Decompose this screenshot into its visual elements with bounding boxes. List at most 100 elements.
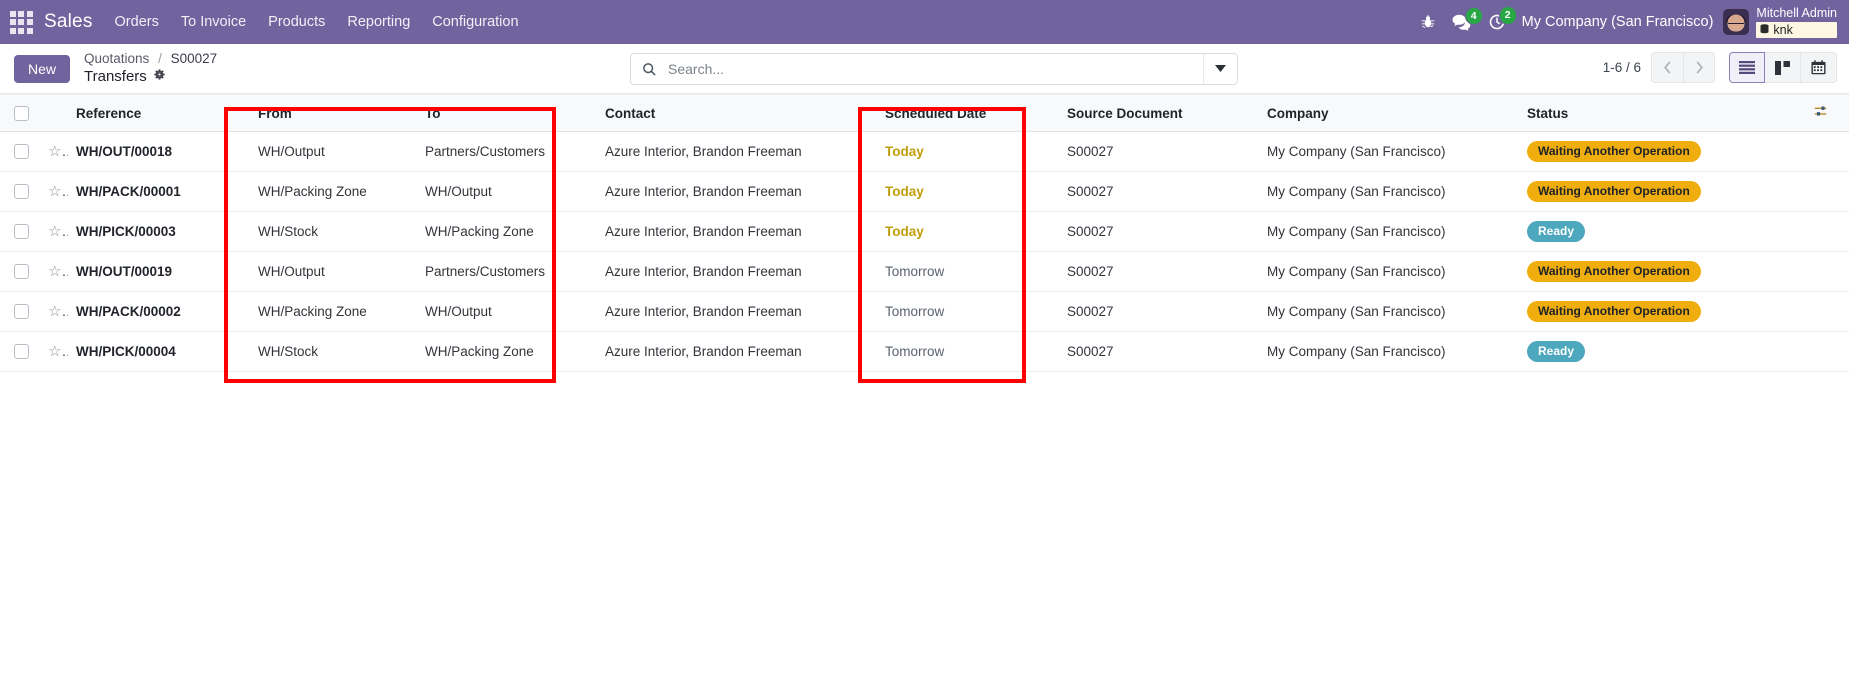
- column-header-to[interactable]: To: [417, 94, 597, 132]
- cell-status[interactable]: Waiting Another Operation: [1519, 131, 1805, 172]
- column-header-status[interactable]: Status: [1519, 94, 1805, 132]
- bug-icon[interactable]: [1420, 14, 1436, 30]
- column-header-scheduled-date[interactable]: Scheduled Date: [877, 94, 1059, 132]
- cell-company[interactable]: My Company (San Francisco): [1259, 171, 1519, 212]
- cell-scheduled-date[interactable]: Tomorrow: [877, 291, 1059, 332]
- star-icon[interactable]: ☆: [48, 223, 68, 240]
- search-input[interactable]: [666, 60, 1203, 78]
- cell-to[interactable]: WH/Packing Zone: [417, 331, 597, 372]
- breadcrumb-item-record[interactable]: S00027: [171, 51, 218, 66]
- row-checkbox[interactable]: [14, 184, 29, 200]
- cell-to[interactable]: WH/Output: [417, 171, 597, 212]
- cell-to[interactable]: WH/Packing Zone: [417, 211, 597, 252]
- user-menu[interactable]: Mitchell Admin knk: [1756, 6, 1837, 38]
- cell-scheduled-date[interactable]: Today: [877, 171, 1059, 212]
- column-header-contact[interactable]: Contact: [597, 94, 877, 132]
- table-row[interactable]: ☆ WH/OUT/00019 WH/Output Partners/Customers…: [0, 251, 1849, 292]
- cell-company[interactable]: My Company (San Francisco): [1259, 211, 1519, 252]
- cell-contact[interactable]: Azure Interior, Brandon Freeman: [597, 251, 877, 292]
- cell-from[interactable]: WH/Stock: [250, 331, 417, 372]
- cell-from[interactable]: WH/Packing Zone: [250, 171, 417, 212]
- table-row[interactable]: ☆ WH/PACK/00002 WH/Packing Zone WH/Output Az…: [0, 291, 1849, 332]
- breadcrumb-item-quotations[interactable]: Quotations: [84, 51, 149, 66]
- cell-reference[interactable]: WH/OUT/00019: [68, 251, 250, 292]
- activities-clock-icon[interactable]: 2: [1488, 6, 1517, 31]
- cell-scheduled-date[interactable]: Today: [877, 131, 1059, 172]
- cell-contact[interactable]: Azure Interior, Brandon Freeman: [597, 131, 877, 172]
- cell-scheduled-date[interactable]: Tomorrow: [877, 331, 1059, 372]
- table-row[interactable]: ☆ WH/PACK/00001 WH/Packing Zone WH/Output Az…: [0, 171, 1849, 212]
- column-header-source-document[interactable]: Source Document: [1059, 94, 1259, 132]
- row-checkbox[interactable]: [14, 344, 29, 360]
- cell-status[interactable]: Waiting Another Operation: [1519, 291, 1805, 332]
- cell-status[interactable]: Waiting Another Operation: [1519, 251, 1805, 292]
- cell-source-document[interactable]: S00027: [1059, 251, 1259, 292]
- star-icon[interactable]: ☆: [48, 303, 68, 320]
- table-row[interactable]: ☆ WH/PICK/00003 WH/Stock WH/Packing Zone Azu…: [0, 211, 1849, 252]
- star-icon[interactable]: ☆: [48, 343, 68, 360]
- cell-company[interactable]: My Company (San Francisco): [1259, 291, 1519, 332]
- cell-from[interactable]: WH/Stock: [250, 211, 417, 252]
- cell-contact[interactable]: Azure Interior, Brandon Freeman: [597, 211, 877, 252]
- row-checkbox[interactable]: [14, 144, 29, 160]
- nav-menu-to-invoice[interactable]: To Invoice: [181, 14, 246, 30]
- cell-to[interactable]: Partners/Customers: [417, 251, 597, 292]
- cell-from[interactable]: WH/Packing Zone: [250, 291, 417, 332]
- row-checkbox[interactable]: [14, 264, 29, 280]
- nav-menu-configuration[interactable]: Configuration: [432, 14, 518, 30]
- nav-menu-reporting[interactable]: Reporting: [347, 14, 410, 30]
- select-all-checkbox[interactable]: [14, 105, 29, 121]
- list-view-button[interactable]: [1729, 52, 1765, 83]
- cell-reference[interactable]: WH/PICK/00003: [68, 211, 250, 252]
- pager-previous-button[interactable]: [1651, 52, 1683, 83]
- cell-company[interactable]: My Company (San Francisco): [1259, 251, 1519, 292]
- row-checkbox[interactable]: [14, 304, 29, 320]
- pager-next-button[interactable]: [1683, 52, 1715, 83]
- star-icon[interactable]: ☆: [48, 143, 68, 160]
- column-header-company[interactable]: Company: [1259, 94, 1519, 132]
- column-header-reference[interactable]: Reference: [68, 94, 250, 132]
- cell-reference[interactable]: WH/PACK/00001: [68, 171, 250, 212]
- cell-company[interactable]: My Company (San Francisco): [1259, 131, 1519, 172]
- gear-icon[interactable]: [153, 68, 166, 85]
- column-header-from[interactable]: From: [250, 94, 417, 132]
- row-checkbox[interactable]: [14, 224, 29, 240]
- cell-scheduled-date[interactable]: Today: [877, 211, 1059, 252]
- cell-status[interactable]: Ready: [1519, 331, 1805, 372]
- cell-source-document[interactable]: S00027: [1059, 291, 1259, 332]
- cell-contact[interactable]: Azure Interior, Brandon Freeman: [597, 291, 877, 332]
- company-switcher[interactable]: My Company (San Francisco): [1522, 14, 1714, 30]
- cell-from[interactable]: WH/Output: [250, 131, 417, 172]
- cell-status[interactable]: Waiting Another Operation: [1519, 171, 1805, 212]
- kanban-view-button[interactable]: [1765, 52, 1801, 83]
- nav-menu-products[interactable]: Products: [268, 14, 325, 30]
- star-icon[interactable]: ☆: [48, 263, 68, 280]
- chevron-down-icon[interactable]: [1203, 54, 1237, 84]
- cell-to[interactable]: Partners/Customers: [417, 131, 597, 172]
- cell-source-document[interactable]: S00027: [1059, 211, 1259, 252]
- cell-contact[interactable]: Azure Interior, Brandon Freeman: [597, 331, 877, 372]
- cell-reference[interactable]: WH/PACK/00002: [68, 291, 250, 332]
- calendar-view-button[interactable]: [1801, 52, 1837, 83]
- apps-grid-icon[interactable]: [8, 9, 34, 35]
- table-row[interactable]: ☆ WH/PICK/00004 WH/Stock WH/Packing Zone Azu…: [0, 331, 1849, 372]
- search-bar[interactable]: [630, 53, 1238, 85]
- cell-to[interactable]: WH/Output: [417, 291, 597, 332]
- new-button[interactable]: New: [14, 54, 71, 83]
- app-brand-sales[interactable]: Sales: [44, 11, 93, 33]
- cell-contact[interactable]: Azure Interior, Brandon Freeman: [597, 171, 877, 212]
- sliders-icon[interactable]: [1813, 104, 1828, 122]
- user-avatar[interactable]: [1723, 9, 1750, 35]
- cell-source-document[interactable]: S00027: [1059, 131, 1259, 172]
- cell-scheduled-date[interactable]: Tomorrow: [877, 251, 1059, 292]
- nav-menu-orders[interactable]: Orders: [115, 14, 159, 30]
- cell-source-document[interactable]: S00027: [1059, 171, 1259, 212]
- cell-source-document[interactable]: S00027: [1059, 331, 1259, 372]
- star-icon[interactable]: ☆: [48, 183, 68, 200]
- messages-icon[interactable]: 4: [1452, 6, 1483, 31]
- cell-reference[interactable]: WH/PICK/00004: [68, 331, 250, 372]
- cell-from[interactable]: WH/Output: [250, 251, 417, 292]
- cell-status[interactable]: Ready: [1519, 211, 1805, 252]
- table-row[interactable]: ☆ WH/OUT/00018 WH/Output Partners/Customers…: [0, 131, 1849, 172]
- cell-reference[interactable]: WH/OUT/00018: [68, 131, 250, 172]
